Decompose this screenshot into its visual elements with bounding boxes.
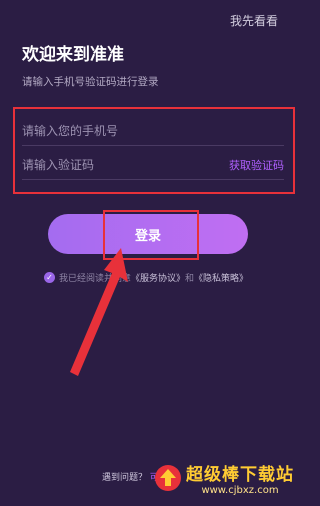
agree-checkbox[interactable]: ✓ <box>44 272 55 283</box>
verification-code-field[interactable]: 请输入验证码 获取验证码 <box>22 150 284 180</box>
privacy-policy-link[interactable]: 《隐私策略》 <box>194 271 248 284</box>
watermark-name: 超级棒下载站 <box>186 465 294 485</box>
watermark-url: www.cjbxz.com <box>201 485 279 496</box>
watermark-logo-icon <box>155 465 181 491</box>
phone-placeholder: 请输入您的手机号 <box>22 124 119 138</box>
phone-field[interactable]: 请输入您的手机号 <box>22 116 284 146</box>
skip-button[interactable]: 我先看看 <box>230 12 278 29</box>
service-agreement-link[interactable]: 《服务协议》 <box>131 271 185 284</box>
page-title: 欢迎来到准准 <box>22 45 124 65</box>
pointer-arrow-icon <box>70 248 128 376</box>
page-subtitle: 请输入手机号验证码进行登录 <box>22 76 159 88</box>
get-code-button[interactable]: 获取验证码 <box>229 157 284 173</box>
help-text: 遇到问题？ <box>102 473 148 483</box>
agreement-conjunction: 和 <box>185 274 195 284</box>
code-placeholder: 请输入验证码 <box>22 158 95 172</box>
watermark: 超级棒下载站 www.cjbxz.com <box>154 460 294 496</box>
